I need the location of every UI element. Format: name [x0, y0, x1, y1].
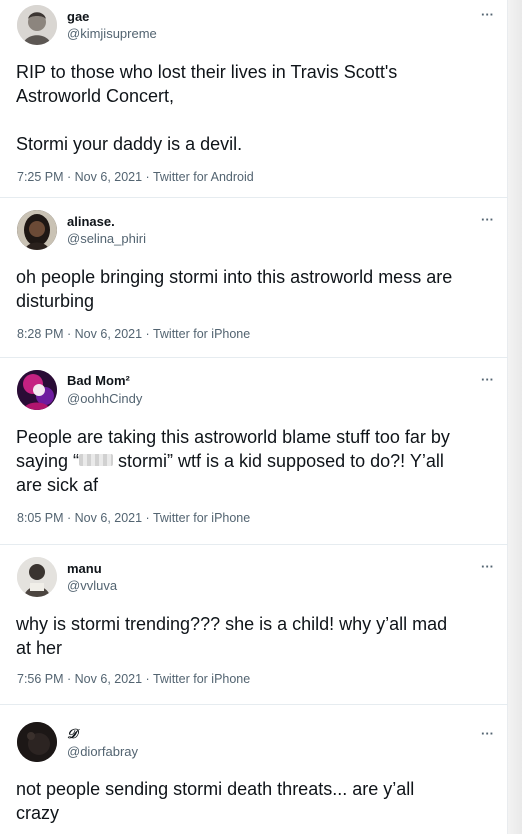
profile-photo-icon — [17, 5, 57, 45]
more-options-icon[interactable]: ··· — [481, 726, 494, 741]
profile-photo-icon — [17, 722, 57, 762]
tweet-text: why is stormi trending??? she is a child… — [16, 614, 448, 658]
display-name[interactable]: 𝒟 — [67, 727, 77, 742]
tweet[interactable]: manu @vvluva ··· why is stormi trending?… — [0, 545, 508, 705]
display-name[interactable]: gae — [67, 9, 89, 24]
profile-photo-icon — [17, 557, 57, 597]
avatar[interactable] — [17, 370, 57, 410]
more-options-icon[interactable]: ··· — [481, 7, 494, 22]
tweet[interactable]: alinase. @selina_phiri ··· oh people bri… — [0, 198, 508, 358]
tweet[interactable]: gae @kimjisupreme ··· RIP to those who l… — [0, 0, 508, 198]
profile-photo-icon — [17, 210, 57, 250]
avatar[interactable] — [17, 210, 57, 250]
tweet[interactable]: Bad Mom² @oohhCindy ··· People are takin… — [0, 358, 508, 545]
tweet[interactable]: 𝒟 @diorfabray ··· not people sending sto… — [0, 705, 508, 834]
avatar[interactable] — [17, 5, 57, 45]
display-name[interactable]: Bad Mom² — [67, 373, 130, 388]
username[interactable]: @selina_phiri — [67, 231, 146, 246]
tweet-timestamp[interactable]: 8:28 PM · Nov 6, 2021 · Twitter for iPho… — [17, 327, 250, 341]
display-name[interactable]: alinase. — [67, 214, 115, 229]
blurred-word — [79, 454, 114, 466]
tweet-text: oh people bringing stormi into this astr… — [16, 267, 453, 311]
tweet-text: RIP to those who lost their lives in Tra… — [16, 62, 398, 154]
username[interactable]: @diorfabray — [67, 744, 138, 759]
tweet-text: not people sending stormi death threats.… — [16, 779, 415, 823]
username[interactable]: @oohhCindy — [67, 391, 142, 406]
scroll-edge — [508, 0, 522, 834]
more-options-icon[interactable]: ··· — [481, 372, 494, 387]
display-name[interactable]: manu — [67, 561, 102, 576]
username[interactable]: @kimjisupreme — [67, 26, 157, 41]
more-options-icon[interactable]: ··· — [481, 559, 494, 574]
avatar[interactable] — [17, 557, 57, 597]
more-options-icon[interactable]: ··· — [481, 212, 494, 227]
tweet-timestamp[interactable]: 7:56 PM · Nov 6, 2021 · Twitter for iPho… — [17, 672, 250, 686]
avatar[interactable] — [17, 722, 57, 762]
tweet-timestamp[interactable]: 7:25 PM · Nov 6, 2021 · Twitter for Andr… — [17, 170, 254, 184]
profile-photo-icon — [17, 370, 57, 410]
tweet-text: People are taking this astroworld blame … — [16, 425, 500, 497]
tweet-timestamp[interactable]: 8:05 PM · Nov 6, 2021 · Twitter for iPho… — [17, 511, 250, 525]
username[interactable]: @vvluva — [67, 578, 117, 593]
tweet-feed: gae @kimjisupreme ··· RIP to those who l… — [0, 0, 508, 834]
